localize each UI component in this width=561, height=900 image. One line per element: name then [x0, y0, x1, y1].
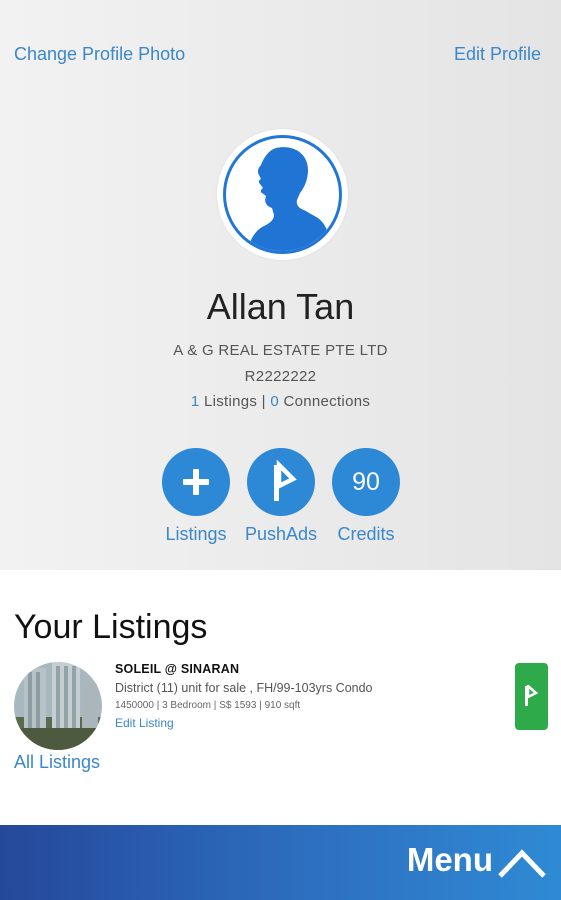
- add-listing-button[interactable]: Listings: [156, 448, 236, 545]
- profile-header: Change Profile Photo Edit Profile Allan …: [0, 0, 561, 570]
- pushads-action-label: PushAds: [244, 524, 318, 544]
- pushads-button[interactable]: PushAds: [241, 448, 321, 545]
- person-silhouette-icon: [248, 147, 330, 251]
- connections-count[interactable]: 0: [270, 393, 279, 410]
- listing-title: SOLEIL @ SINARAN: [115, 662, 240, 676]
- plus-icon[interactable]: [162, 448, 230, 516]
- credits-action-label: Credits: [337, 524, 395, 544]
- profile-name: Allan Tan: [206, 286, 355, 327]
- company-name: A & G REAL ESTATE PTE LTD: [173, 342, 388, 359]
- listings-action-label: Listings: [165, 524, 227, 544]
- listings-stat-label: Listings |: [199, 393, 271, 410]
- listing-description: District (11) unit for sale , FH/99-103y…: [115, 681, 373, 695]
- pushads-flag-icon: [525, 685, 539, 706]
- menu-label: Menu: [406, 841, 493, 878]
- edit-profile-link[interactable]: Edit Profile: [454, 44, 541, 65]
- credits-value: 90: [352, 468, 380, 496]
- pushads-flag-icon[interactable]: [247, 448, 315, 516]
- avatar-frame: [223, 135, 342, 254]
- your-listings-title: Your Listings: [14, 608, 208, 646]
- listing-thumbnail[interactable]: [14, 662, 102, 750]
- menu-bar[interactable]: Menu: [0, 825, 561, 900]
- all-listings-link[interactable]: All Listings: [14, 752, 100, 773]
- edit-listing-link[interactable]: Edit Listing: [115, 716, 174, 730]
- license-number: R2222222: [244, 368, 317, 385]
- connections-stat-label: Connections: [279, 393, 371, 410]
- credits-button[interactable]: 90 Credits: [326, 448, 406, 545]
- listing-details: 1450000 | 3 Bedroom | S$ 1593 | 910 sqft: [115, 700, 301, 711]
- profile-stats: 1 Listings | 0 Connections: [0, 393, 561, 410]
- chevron-up-icon[interactable]: [497, 847, 547, 879]
- avatar[interactable]: [217, 129, 348, 260]
- credits-badge[interactable]: 90: [332, 448, 400, 516]
- change-profile-photo-link[interactable]: Change Profile Photo: [14, 44, 185, 65]
- push-listing-button[interactable]: [515, 663, 548, 730]
